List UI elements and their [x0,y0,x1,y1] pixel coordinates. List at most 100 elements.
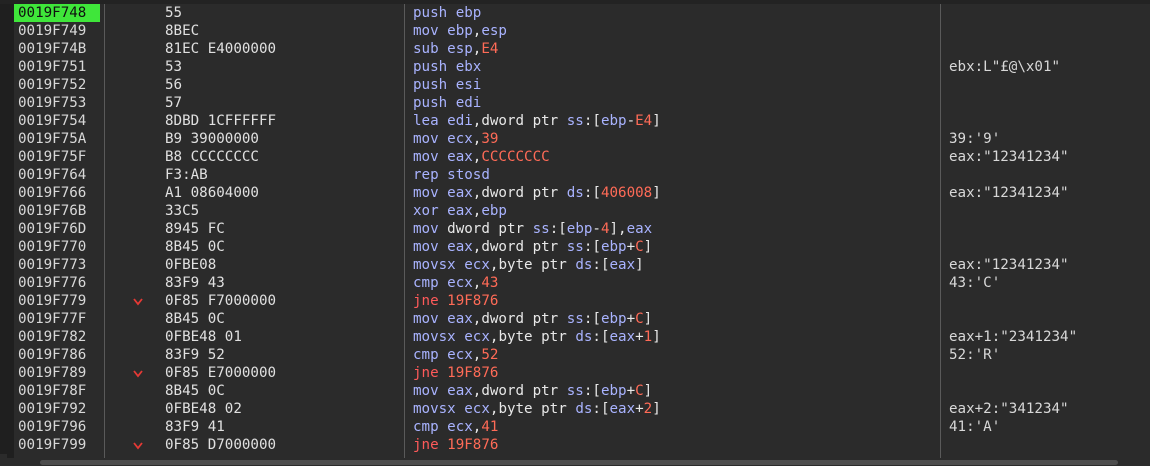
breakpoint-gutter-cell[interactable] [0,148,7,166]
breakpoint-gutter-cell[interactable] [0,400,7,418]
address-cell[interactable]: 0019F764 [14,166,100,184]
address-cell[interactable]: 0019F753 [14,94,100,112]
breakpoint-gutter-cell[interactable] [0,418,7,436]
address-cell[interactable]: 0019F786 [14,346,100,364]
comment-cell[interactable] [949,40,1149,58]
disassembly-view[interactable]: 0019F748 55 push ebp 0019F749 8BEC mov ebp,es… [0,4,1150,454]
address-cell[interactable]: 0019F782 [14,328,100,346]
bytes-cell[interactable]: 83F9 41 [165,418,395,436]
breakpoint-gutter-cell[interactable] [0,4,7,22]
comment-cell[interactable] [949,436,1149,454]
breakpoint-gutter-cell[interactable] [0,58,7,76]
address-cell[interactable]: 0019F74B [14,40,100,58]
address-cell[interactable]: 0019F749 [14,22,100,40]
instruction-cell[interactable]: lea edi,dword ptr ss:[ebp-E4] [413,112,933,130]
breakpoint-gutter-cell[interactable] [0,256,7,274]
bytes-cell[interactable]: 0F85 E7000000 [165,364,395,382]
instruction-cell[interactable]: mov ebp,esp [413,22,933,40]
disasm-row[interactable]: 0019F78F 8B45 0C mov eax,dword ptr ss:[ebp… [0,382,1150,400]
breakpoint-gutter-cell[interactable] [0,76,7,94]
instruction-cell[interactable]: push edi [413,94,933,112]
address-cell[interactable]: 0019F78F [14,382,100,400]
comment-cell[interactable] [949,76,1149,94]
instruction-cell[interactable]: push ebp [413,4,933,22]
disasm-row[interactable]: 0019F749 8BEC mov ebp,esp [0,22,1150,40]
bytes-cell[interactable]: 0FBE48 01 [165,328,395,346]
comment-cell[interactable]: ebx:L"£@\x01" [949,58,1149,76]
comment-cell[interactable]: eax+1:"2341234" [949,328,1149,346]
instruction-cell[interactable]: cmp ecx,41 [413,418,933,436]
disasm-row[interactable]: 0019F76B 33C5 xor eax,ebp [0,202,1150,220]
bytes-cell[interactable]: 0FBE08 [165,256,395,274]
comment-cell[interactable] [949,112,1149,130]
instruction-cell[interactable]: push esi [413,76,933,94]
breakpoint-gutter-cell[interactable] [0,310,7,328]
breakpoint-gutter-cell[interactable] [0,238,7,256]
address-cell[interactable]: 0019F766 [14,184,100,202]
comment-cell[interactable] [949,166,1149,184]
instruction-cell[interactable]: jne 19F876 [413,364,933,382]
disasm-row[interactable]: 0019F773 0FBE08 movsx ecx,byte ptr ds:[eax… [0,256,1150,274]
address-cell[interactable]: 0019F75F [14,148,100,166]
instruction-cell[interactable]: mov eax,dword ptr ss:[ebp+C] [413,238,933,256]
comment-cell[interactable]: eax:"12341234" [949,256,1149,274]
breakpoint-gutter-cell[interactable] [0,94,7,112]
bytes-cell[interactable]: A1 08604000 [165,184,395,202]
comment-cell[interactable]: 41:'A' [949,418,1149,436]
breakpoint-gutter-cell[interactable] [0,436,7,454]
breakpoint-gutter-cell[interactable] [0,40,7,58]
breakpoint-gutter-cell[interactable] [0,382,7,400]
comment-cell[interactable]: eax+2:"341234" [949,400,1149,418]
breakpoint-gutter-cell[interactable] [0,166,7,184]
instruction-cell[interactable]: mov eax,CCCCCCCC [413,148,933,166]
bytes-cell[interactable]: 53 [165,58,395,76]
address-cell[interactable]: 0019F752 [14,76,100,94]
bytes-cell[interactable]: 0FBE48 02 [165,400,395,418]
address-cell[interactable]: 0019F796 [14,418,100,436]
bytes-cell[interactable]: 0F85 F7000000 [165,292,395,310]
disasm-row[interactable]: 0019F796 83F9 41 cmp ecx,41 41:'A' [0,418,1150,436]
instruction-cell[interactable]: sub esp,E4 [413,40,933,58]
address-cell[interactable]: 0019F754 [14,112,100,130]
bytes-cell[interactable]: 8B45 0C [165,382,395,400]
breakpoint-gutter-cell[interactable] [0,346,7,364]
bytes-cell[interactable]: 33C5 [165,202,395,220]
bytes-cell[interactable]: 0F85 D7000000 [165,436,395,454]
instruction-cell[interactable]: xor eax,ebp [413,202,933,220]
comment-cell[interactable]: 52:'R' [949,346,1149,364]
bytes-cell[interactable]: 8BEC [165,22,395,40]
disasm-row[interactable]: 0019F779 0F85 F7000000 jne 19F876 [0,292,1150,310]
address-cell[interactable]: 0019F751 [14,58,100,76]
comment-cell[interactable]: eax:"12341234" [949,184,1149,202]
instruction-cell[interactable]: push ebx [413,58,933,76]
comment-cell[interactable] [949,382,1149,400]
bytes-cell[interactable]: B8 CCCCCCCC [165,148,395,166]
instruction-cell[interactable]: movsx ecx,byte ptr ds:[eax+1] [413,328,933,346]
address-cell[interactable]: 0019F789 [14,364,100,382]
address-cell[interactable]: 0019F773 [14,256,100,274]
instruction-cell[interactable]: mov ecx,39 [413,130,933,148]
bytes-cell[interactable]: 8B45 0C [165,310,395,328]
bytes-cell[interactable]: 8DBD 1CFFFFFF [165,112,395,130]
disasm-row[interactable]: 0019F75F B8 CCCCCCCC mov eax,CCCCCCCC eax:"… [0,148,1150,166]
instruction-cell[interactable]: jne 19F876 [413,436,933,454]
comment-cell[interactable] [949,310,1149,328]
bytes-cell[interactable]: 83F9 52 [165,346,395,364]
bytes-cell[interactable]: 56 [165,76,395,94]
disasm-row[interactable]: 0019F789 0F85 E7000000 jne 19F876 [0,364,1150,382]
instruction-cell[interactable]: rep stosd [413,166,933,184]
address-cell[interactable]: 0019F76D [14,220,100,238]
bytes-cell[interactable]: F3:AB [165,166,395,184]
instruction-cell[interactable]: jne 19F876 [413,292,933,310]
instruction-cell[interactable]: movsx ecx,byte ptr ds:[eax] [413,256,933,274]
disasm-row[interactable]: 0019F799 0F85 D7000000 jne 19F876 [0,436,1150,454]
address-cell[interactable]: 0019F776 [14,274,100,292]
address-cell[interactable]: 0019F792 [14,400,100,418]
address-cell[interactable]: 0019F770 [14,238,100,256]
disasm-row[interactable]: 0019F752 56 push esi [0,76,1150,94]
instruction-cell[interactable]: movsx ecx,byte ptr ds:[eax+2] [413,400,933,418]
bytes-cell[interactable]: 57 [165,94,395,112]
bytes-cell[interactable]: 8945 FC [165,220,395,238]
horizontal-scrollbar[interactable] [0,458,1150,466]
disasm-row[interactable]: 0019F74B 81EC E4000000 sub esp,E4 [0,40,1150,58]
